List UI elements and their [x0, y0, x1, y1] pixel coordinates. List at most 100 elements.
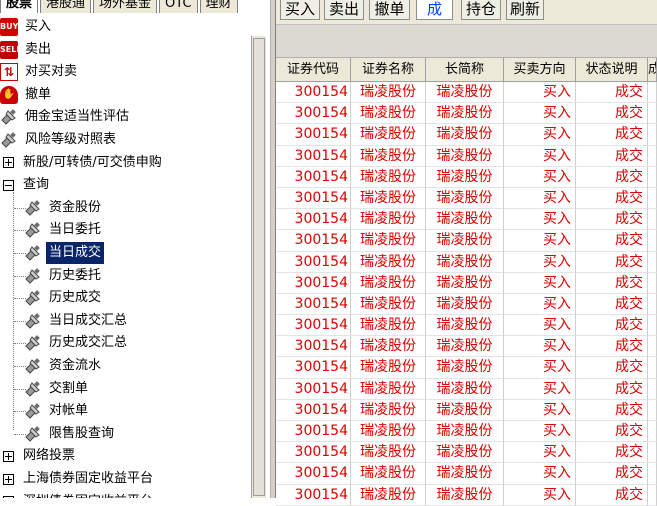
tree-item-query-5-row[interactable]: 当日成交汇总 — [24, 310, 130, 332]
tree-item-vote-row[interactable]: 网络投票 — [0, 445, 78, 467]
tree-item-query-row[interactable]: 查询 — [0, 174, 52, 196]
tree-item-sell-row[interactable]: SELL 卖出 — [0, 39, 54, 61]
table-cell — [648, 399, 657, 421]
table-row[interactable]: 300154 瑞凌股份 瑞凌股份 买入 成交 — [276, 145, 657, 167]
table-row[interactable]: 300154 瑞凌股份 瑞凌股份 买入 成交 — [276, 166, 657, 188]
tree-connector — [13, 192, 14, 430]
table-cell: 买入 — [504, 230, 576, 252]
toolbar-button-1[interactable]: 卖出 — [324, 0, 364, 20]
tree-item-sz-fixed-row[interactable]: 深圳债券固定收益平台 — [0, 491, 156, 498]
tree-connector — [14, 343, 26, 345]
tree-item-risk-table-row[interactable]: 风险等级对照表 — [0, 129, 119, 151]
tree-item-buy-row[interactable]: BUY 买入 — [0, 16, 54, 38]
collapse-icon[interactable] — [3, 179, 14, 191]
expand-icon[interactable] — [3, 473, 14, 485]
table-cell: 成交 — [576, 442, 648, 464]
toolbar-button-2[interactable]: 撤单 — [369, 0, 410, 20]
tree-item-query-10: 限售股查询 — [49, 425, 115, 441]
column-header-2[interactable]: 长简称 — [426, 58, 504, 81]
table-cell: 成交 — [576, 187, 648, 210]
column-header-3[interactable]: 买卖方向 — [504, 58, 576, 81]
tree-item-query-9-row[interactable]: 对帐单 — [24, 400, 91, 422]
table-cell: 瑞凌股份 — [426, 484, 504, 506]
top-tab-0[interactable]: 股票 — [0, 0, 39, 13]
tree-item-query-6-row[interactable]: 历史成交汇总 — [24, 332, 130, 354]
table-row[interactable]: 300154 瑞凌股份 瑞凌股份 买入 成交 — [276, 272, 657, 294]
table-row[interactable]: 300154 瑞凌股份 瑞凌股份 买入 成交 — [276, 230, 657, 252]
table-row[interactable]: 300154 瑞凌股份 瑞凌股份 买入 成交 — [276, 251, 657, 273]
expand-icon[interactable] — [3, 157, 14, 169]
tree-item-query-10-row[interactable]: 限售股查询 — [24, 423, 117, 445]
tree-item-query-3-row[interactable]: 历史委托 — [24, 265, 104, 287]
table-row[interactable]: 300154 瑞凌股份 瑞凌股份 买入 成交 — [276, 103, 657, 125]
tree-item-ipo-row[interactable]: 新股/可转债/可交债申购 — [0, 152, 165, 174]
tool-icon — [24, 221, 42, 239]
top-tab-4[interactable]: 理财 — [199, 0, 238, 13]
table-cell: 300154 — [276, 293, 351, 316]
tree-scrollbar-thumb[interactable] — [253, 38, 265, 496]
tree-item-swap-row[interactable]: ⇅ 对买对卖 — [0, 61, 80, 83]
tree-item-query-8-row[interactable]: 交割单 — [24, 378, 91, 400]
table-row[interactable]: 300154 瑞凌股份 瑞凌股份 买入 成交 — [276, 442, 657, 464]
toolbar-button-0[interactable]: 买入 — [280, 0, 320, 20]
table-cell: 瑞凌股份 — [426, 336, 504, 358]
tree-item-cancel-row[interactable]: ✋ 撤单 — [0, 84, 54, 106]
top-tab-2[interactable]: 场外基金 — [93, 0, 158, 13]
table-cell — [648, 357, 657, 379]
table-row[interactable]: 300154 瑞凌股份 瑞凌股份 买入 成交 — [276, 421, 657, 443]
table-cell: 瑞凌股份 — [426, 315, 504, 337]
table-row[interactable]: 300154 瑞凌股份 瑞凌股份 买入 成交 — [276, 209, 657, 231]
column-header-4[interactable]: 状态说明 — [576, 58, 648, 81]
toolbar-button-4[interactable]: 持仓 — [461, 0, 501, 20]
table-cell: 买入 — [504, 315, 576, 337]
expand-icon[interactable] — [3, 450, 14, 462]
table-cell: 瑞凌股份 — [426, 357, 504, 379]
table-row[interactable]: 300154 瑞凌股份 瑞凌股份 买入 成交 — [276, 399, 657, 421]
table-cell: 成交 — [576, 272, 648, 294]
tree-item-fee-eval-row[interactable]: 佣金宝适当性评估 — [0, 106, 132, 128]
main-content: 买入卖出撤单成交持仓刷新 证券代码证券名称长简称买卖方向状态说明成 300154… — [276, 0, 657, 506]
tool-icon — [24, 289, 42, 307]
column-header-1[interactable]: 证券名称 — [351, 58, 426, 81]
column-header-5[interactable]: 成 — [648, 58, 657, 81]
tool-icon — [24, 334, 42, 352]
table-cell: 成交 — [576, 82, 648, 104]
table-cell — [648, 145, 657, 167]
hand-stop-icon: ✋ — [0, 85, 18, 104]
table-row[interactable]: 300154 瑞凌股份 瑞凌股份 买入 成交 — [276, 124, 657, 146]
tree-item-query-7-row[interactable]: 资金流水 — [24, 355, 104, 377]
tree-scrollbar[interactable] — [251, 36, 266, 498]
top-tab-3[interactable]: OTC — [159, 0, 198, 13]
tree-item-buy: 买入 — [25, 19, 52, 34]
table-cell — [648, 251, 657, 273]
tree-item-query-2-row[interactable]: 当日成交 — [24, 242, 105, 264]
tree-item-query-4-row[interactable]: 历史成交 — [24, 287, 104, 309]
table-cell: 300154 — [276, 463, 351, 485]
table-row[interactable]: 300154 瑞凌股份 瑞凌股份 买入 成交 — [276, 463, 657, 485]
table-row[interactable]: 300154 瑞凌股份 瑞凌股份 买入 成交 — [276, 357, 657, 379]
toolbar-button-3[interactable]: 成交 — [416, 0, 453, 42]
table-cell: 买入 — [504, 463, 576, 485]
table-row[interactable]: 300154 瑞凌股份 瑞凌股份 买入 成交 — [276, 293, 657, 316]
table-row[interactable]: 300154 瑞凌股份 瑞凌股份 买入 成交 — [276, 187, 657, 210]
table-cell: 瑞凌股份 — [426, 251, 504, 273]
table-row[interactable]: 300154 瑞凌股份 瑞凌股份 买入 成交 — [276, 484, 657, 506]
tree-item-query-0-row[interactable]: 资金股份 — [24, 197, 104, 219]
table-row[interactable]: 300154 瑞凌股份 瑞凌股份 买入 成交 — [276, 336, 657, 358]
table-cell: 买入 — [504, 124, 576, 146]
table-row[interactable]: 300154 瑞凌股份 瑞凌股份 买入 成交 — [276, 315, 657, 337]
column-header-0[interactable]: 证券代码 — [276, 58, 351, 81]
tool-icon — [24, 244, 42, 262]
tree-item-query-1-row[interactable]: 当日委托 — [24, 219, 104, 241]
top-tab-1[interactable]: 港股通 — [40, 0, 92, 13]
table-header: 证券代码证券名称长简称买卖方向状态说明成 — [276, 58, 657, 82]
tree-item-sh-fixed-row[interactable]: 上海债券固定收益平台 — [0, 468, 156, 490]
table-row[interactable]: 300154 瑞凌股份 瑞凌股份 买入 成交 — [276, 82, 657, 104]
table-row[interactable]: 300154 瑞凌股份 瑞凌股份 买入 成交 — [276, 378, 657, 400]
table-cell — [648, 484, 657, 506]
toolbar-button-5[interactable]: 刷新 — [506, 0, 544, 20]
table-cell: 成交 — [576, 251, 648, 273]
tool-icon — [24, 425, 42, 443]
tree-connector — [14, 320, 26, 322]
table-cell: 300154 — [276, 484, 351, 506]
